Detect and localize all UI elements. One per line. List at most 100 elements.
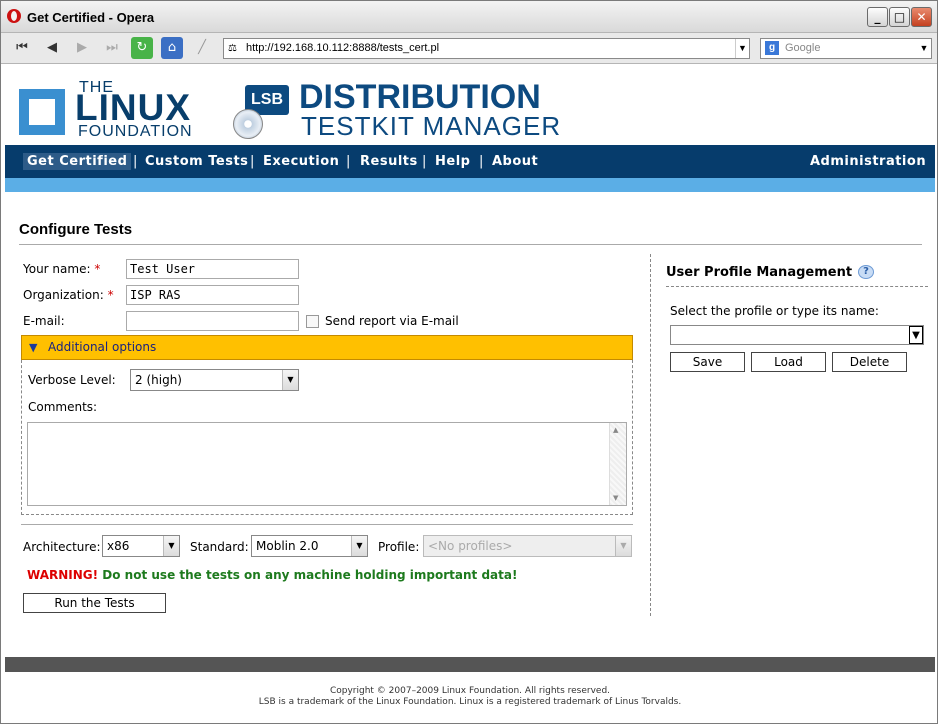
organization-field[interactable]: ISP RAS [126,285,299,305]
title-bar: Get Certified - Opera _ □ ✕ [1,1,937,33]
additional-options-label[interactable]: Additional options [48,340,156,354]
profile-label: Profile: [378,540,420,554]
nav-get-certified[interactable]: Get Certified [23,145,132,178]
nav-results[interactable]: Results [360,145,418,178]
chevron-down-icon[interactable]: ▼ [917,39,931,58]
help-icon[interactable]: ? [858,265,874,279]
standard-select[interactable]: Moblin 2.0 ▼ [251,535,368,557]
scroll-up-icon[interactable]: ▲ [613,426,618,434]
minimize-icon[interactable]: _ [867,7,888,27]
nav-administration[interactable]: Administration [810,145,926,178]
nav-about[interactable]: About [492,145,538,178]
wand-icon[interactable]: ╱ [191,37,213,59]
reload-icon[interactable]: ↻ [131,37,153,59]
google-icon[interactable]: g [765,41,779,55]
select-profile-label: Select the profile or type its name: [670,304,879,318]
nav-separator: | [250,154,255,169]
email-field[interactable] [126,311,299,331]
standard-label: Standard: [190,540,249,554]
logo-foundation: FOUNDATION [78,123,193,140]
cd-icon [233,109,263,139]
forward-icon[interactable]: ▶ [71,37,93,59]
footer-bar [5,657,935,672]
organization-label: Organization: * [23,288,114,302]
browser-toolbar: ⏮ ◀ ▶ ⏭ ↻ ⌂ ╱ ⚖ http://192.168.10.112:88… [1,33,937,64]
required-mark: * [107,288,114,302]
chevron-down-icon[interactable]: ▼ [351,536,367,556]
name-field[interactable]: Test User [126,259,299,279]
verbose-level-value[interactable]: 2 (high) [135,373,182,387]
comments-label: Comments: [28,400,98,414]
column-divider [650,254,651,616]
maximize-icon[interactable]: □ [889,7,910,27]
send-report-label[interactable]: Send report via E-mail [325,314,459,328]
nav-label[interactable]: Get Certified [23,153,132,170]
verbose-label: Verbose Level: [28,373,116,387]
chevron-down-icon[interactable]: ▼ [735,39,749,58]
footer-copyright: Copyright © 2007–2009 Linux Foundation. … [329,686,611,696]
load-profile-button[interactable]: Load [751,352,826,372]
architecture-label: Architecture: [23,540,101,554]
nav-help[interactable]: Help [435,145,470,178]
nav-separator: | [422,154,427,169]
architecture-select[interactable]: x86 ▼ [102,535,180,557]
nav-separator: | [133,154,138,169]
linux-foundation-logo-icon [19,89,65,135]
name-label: Your name: * [23,262,100,276]
delete-profile-button[interactable]: Delete [832,352,907,372]
triangle-down-icon[interactable]: ▼ [29,336,37,359]
warning-message: WARNING! Do not use the tests on any mac… [27,568,517,582]
profile-management-title: User Profile Management [666,265,853,280]
footer-trademark: LSB is a trademark of the Linux Foundati… [258,697,682,707]
organization-label-text: Organization: [23,288,104,302]
profile-divider [666,286,928,287]
main-content: Configure Tests Your name: * Test User O… [5,192,935,657]
send-report-checkbox[interactable] [306,315,319,328]
home-icon[interactable]: ⌂ [161,37,183,59]
scroll-down-icon[interactable]: ▼ [613,494,618,502]
name-label-text: Your name: [23,262,91,276]
chevron-down-icon[interactable]: ▼ [909,326,923,344]
run-tests-button[interactable]: Run the Tests [23,593,166,613]
search-input[interactable]: g Google ▼ [760,38,932,59]
url-text[interactable]: http://192.168.10.112:8888/tests_cert.pl [246,42,439,54]
additional-options-toggle[interactable]: ▼ Additional options [21,335,633,360]
nav-execution[interactable]: Execution [263,145,339,178]
warning-text: Do not use the tests on any machine hold… [102,568,518,582]
close-icon[interactable]: ✕ [911,7,932,27]
site-info-icon[interactable]: ⚖ [228,39,237,58]
warning-prefix: WARNING! [27,568,99,582]
page-title: Configure Tests [19,221,133,238]
window-title: Get Certified - Opera [27,10,155,25]
main-nav: Get Certified | Custom Tests | Execution… [5,145,935,178]
profile-name-combobox[interactable]: ▼ [670,325,924,345]
opera-icon [7,9,21,23]
browser-window: Get Certified - Opera _ □ ✕ ⏮ ◀ ▶ ⏭ ↻ ⌂ … [0,0,938,724]
profile-value: <No profiles> [428,539,513,553]
search-placeholder: Google [785,42,821,54]
comments-textarea[interactable]: ▲ ▼ [27,422,627,506]
title-divider [19,244,922,245]
email-label: E-mail: [23,314,65,328]
nav-stripe [5,178,935,192]
testkit-manager-subtitle: TESTKIT MANAGER [301,111,562,141]
nav-separator: | [479,154,484,169]
back-icon[interactable]: ◀ [41,37,63,59]
chevron-down-icon[interactable]: ▼ [282,370,298,390]
architecture-value[interactable]: x86 [107,539,129,553]
rewind-icon[interactable]: ⏮ [11,37,33,59]
page-content: THE LINUX FOUNDATION LSB DISTRIBUTION TE… [5,65,935,721]
nav-custom-tests[interactable]: Custom Tests [145,145,248,178]
chevron-down-icon: ▼ [615,536,631,556]
required-mark: * [94,262,101,276]
standard-value[interactable]: Moblin 2.0 [256,539,318,553]
address-bar[interactable]: ⚖ http://192.168.10.112:8888/tests_cert.… [223,38,750,59]
profile-select: <No profiles> ▼ [423,535,632,557]
fast-forward-icon[interactable]: ⏭ [101,37,123,59]
comments-scrollbar[interactable]: ▲ ▼ [609,423,626,505]
options-divider [21,524,633,525]
save-profile-button[interactable]: Save [670,352,745,372]
chevron-down-icon[interactable]: ▼ [163,536,179,556]
site-header: THE LINUX FOUNDATION LSB DISTRIBUTION TE… [5,65,935,145]
verbose-level-select[interactable]: 2 (high) ▼ [130,369,299,391]
